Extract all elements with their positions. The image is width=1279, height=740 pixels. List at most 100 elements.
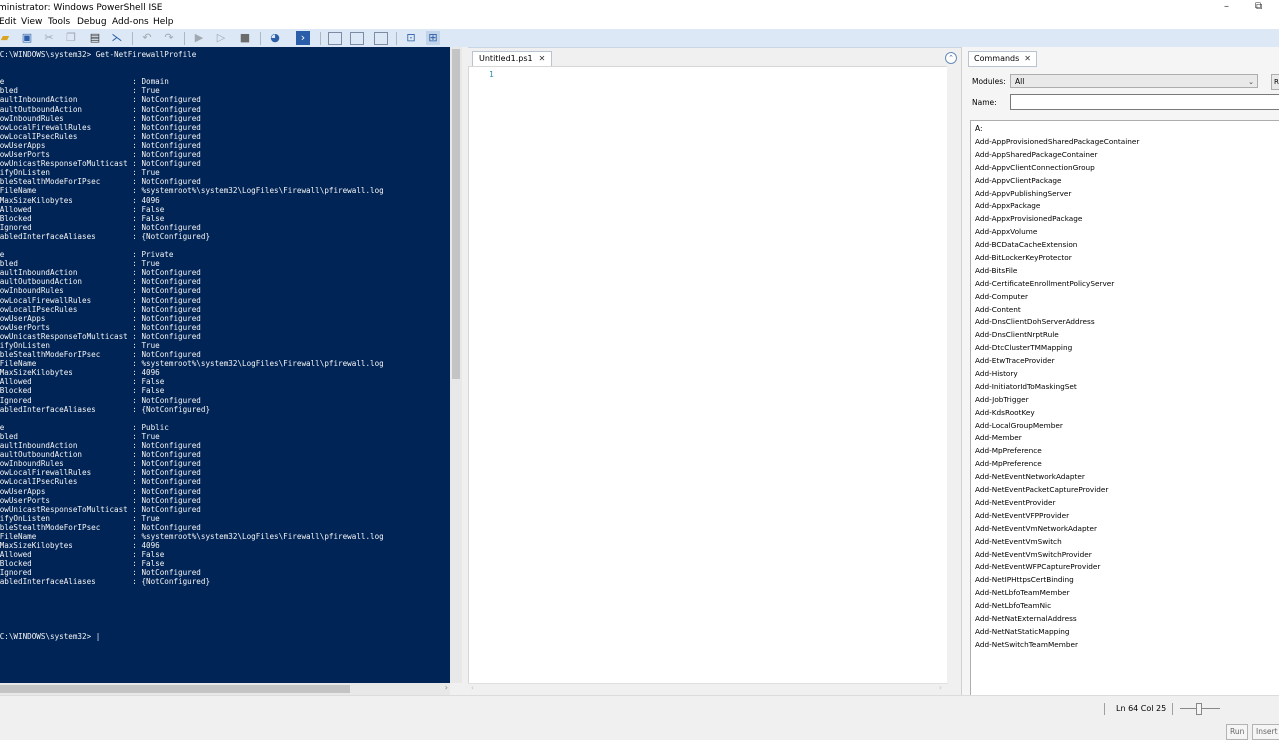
tab-untitled1[interactable]: Untitled1.ps1 ✕	[472, 51, 553, 66]
list-item[interactable]: Add-AppvClientConnectionGroup	[975, 162, 1139, 175]
close-icon[interactable]: ✕	[539, 54, 546, 63]
modules-dropdown[interactable]: All ⌄	[1010, 74, 1258, 88]
scrollbar-thumb[interactable]	[0, 685, 350, 693]
show-command-window-icon[interactable]: ⊡	[404, 31, 418, 45]
list-item[interactable]: Add-NetEventVmNetworkAdapter	[975, 523, 1139, 536]
scrollbar-thumb[interactable]	[452, 49, 460, 379]
status-bar: Ln 64 Col 25	[0, 695, 1279, 721]
list-item[interactable]: Add-AppvClientPackage	[975, 175, 1139, 188]
console-pane[interactable]: PS C:\WINDOWS\system32> Get-NetFirewallP…	[0, 47, 450, 683]
menu-debug[interactable]: Debug	[77, 17, 107, 27]
zoom-slider-thumb[interactable]	[1196, 703, 1202, 715]
show-script-maximized-icon[interactable]	[374, 32, 388, 45]
list-item[interactable]: Add-AppxProvisionedPackage	[975, 213, 1139, 226]
list-item[interactable]: Add-DnsClientDohServerAddress	[975, 316, 1139, 329]
cut-icon[interactable]: ✂	[42, 31, 56, 45]
list-item[interactable]: Add-JobTrigger	[975, 394, 1139, 407]
list-item[interactable]: Add-MpPreference	[975, 458, 1139, 471]
list-item[interactable]: Add-Computer	[975, 291, 1139, 304]
show-script-top-icon[interactable]	[328, 32, 342, 45]
close-icon[interactable]: ✕	[1024, 54, 1031, 63]
command-items: Add-AppProvisionedSharedPackageContainer…	[975, 136, 1139, 652]
menu-tools[interactable]: Tools	[48, 17, 70, 27]
editor-horizontal-scrollbar[interactable]: ‹ ›	[468, 683, 948, 695]
name-input[interactable]	[1010, 94, 1279, 110]
tab-commands[interactable]: Commands ✕	[968, 51, 1037, 67]
list-item[interactable]: Add-NetLbfoTeamMember	[975, 587, 1139, 600]
list-item[interactable]: Add-AppxPackage	[975, 200, 1139, 213]
list-item[interactable]: Add-InitiatorIdToMaskingSet	[975, 381, 1139, 394]
refresh-button[interactable]: Refresh	[1271, 74, 1279, 90]
list-item[interactable]: Add-BitLockerKeyProtector	[975, 252, 1139, 265]
list-item[interactable]: Add-NetEventPacketCaptureProvider	[975, 484, 1139, 497]
list-item[interactable]: Add-BCDataCacheExtension	[975, 239, 1139, 252]
list-item[interactable]: Add-NetNatStaticMapping	[975, 626, 1139, 639]
list-item[interactable]: Add-LocalGroupMember	[975, 420, 1139, 433]
list-item[interactable]: Add-DtcClusterTMMapping	[975, 342, 1139, 355]
commands-panel: Commands ✕ Modules: All ⌄ Refresh Name: A…	[961, 47, 1279, 740]
show-script-right-icon[interactable]	[350, 32, 364, 45]
list-item[interactable]: Add-AppProvisionedSharedPackageContainer	[975, 136, 1139, 149]
scroll-left-arrow-icon[interactable]: ‹	[471, 684, 474, 692]
list-item[interactable]: Add-KdsRootKey	[975, 407, 1139, 420]
list-item[interactable]: Add-Member	[975, 432, 1139, 445]
show-command-addon-icon[interactable]: ⊞	[426, 31, 440, 45]
list-item[interactable]: Add-NetNatExternalAddress	[975, 613, 1139, 626]
list-item[interactable]: Add-BitsFile	[975, 265, 1139, 278]
menu-view[interactable]: View	[21, 17, 42, 27]
scroll-right-arrow-icon[interactable]: ›	[445, 683, 448, 692]
run-icon[interactable]: ▶	[192, 31, 206, 45]
redo-icon[interactable]: ↷	[162, 31, 176, 45]
toolbar-separator	[320, 32, 321, 45]
menu-edit[interactable]: Edit	[0, 17, 16, 27]
title-bar: ministrator: Windows PowerShell ISE – ⧉	[0, 0, 1279, 16]
console-output: PS C:\WINDOWS\system32> Get-NetFirewallP…	[0, 50, 384, 641]
editor-vertical-scrollbar[interactable]	[947, 66, 957, 683]
minimize-button[interactable]: –	[1224, 1, 1229, 12]
remote-powershell-icon[interactable]: ◕	[268, 31, 282, 45]
list-item[interactable]: Add-NetEventVmSwitch	[975, 536, 1139, 549]
list-group-header: A:	[975, 124, 983, 133]
scroll-right-arrow-icon[interactable]: ›	[939, 684, 942, 692]
run-selection-icon[interactable]: ▷	[214, 31, 228, 45]
console-vertical-scrollbar[interactable]	[450, 47, 462, 683]
command-list[interactable]: A: Add-AppProvisionedSharedPackageContai…	[970, 120, 1279, 705]
list-item[interactable]: Add-AppSharedPackageContainer	[975, 149, 1139, 162]
list-item[interactable]: Add-NetIPHttpsCertBinding	[975, 574, 1139, 587]
list-item[interactable]: Add-NetEventProvider	[975, 497, 1139, 510]
modules-label: Modules:	[972, 77, 1006, 86]
list-item[interactable]: Add-CertificateEnrollmentPolicyServer	[975, 278, 1139, 291]
run-button[interactable]: Run	[1226, 724, 1249, 740]
restore-button[interactable]: ⧉	[1255, 1, 1262, 12]
list-item[interactable]: Add-AppvPublishingServer	[975, 188, 1139, 201]
open-icon[interactable]: ▰	[0, 31, 12, 45]
list-item[interactable]: Add-MpPreference	[975, 445, 1139, 458]
menu-bar: Edit View Tools Debug Add-ons Help	[0, 16, 1279, 29]
list-item[interactable]: Add-NetEventNetworkAdapter	[975, 471, 1139, 484]
list-item[interactable]: Add-Content	[975, 304, 1139, 317]
undo-icon[interactable]: ↶	[140, 31, 154, 45]
script-editor[interactable]: 1	[468, 66, 948, 685]
collapse-script-pane-icon[interactable]: ⌃	[945, 52, 957, 64]
console-horizontal-scrollbar[interactable]: ›	[0, 683, 450, 695]
list-item[interactable]: Add-NetSwitchTeamMember	[975, 639, 1139, 652]
list-item[interactable]: Add-History	[975, 368, 1139, 381]
cursor-position: Ln 64 Col 25	[1116, 704, 1167, 713]
powershell-console-icon[interactable]: ›	[296, 31, 310, 45]
list-item[interactable]: Add-EtwTraceProvider	[975, 355, 1139, 368]
save-icon[interactable]: ▣	[20, 31, 34, 45]
insert-button[interactable]: Insert	[1252, 724, 1279, 740]
clear-console-icon[interactable]: ⋋	[110, 31, 124, 45]
list-item[interactable]: Add-NetEventVFPProvider	[975, 510, 1139, 523]
list-item[interactable]: Add-AppxVolume	[975, 226, 1139, 239]
copy-icon[interactable]: ❐	[64, 31, 78, 45]
list-item[interactable]: Add-NetEventWFPCaptureProvider	[975, 561, 1139, 574]
menu-help[interactable]: Help	[153, 17, 174, 27]
list-item[interactable]: Add-NetEventVmSwitchProvider	[975, 549, 1139, 562]
list-item[interactable]: Add-DnsClientNrptRule	[975, 329, 1139, 342]
list-item[interactable]: Add-NetLbfoTeamNic	[975, 600, 1139, 613]
toolbar-separator	[184, 32, 185, 45]
stop-icon[interactable]: ■	[238, 31, 252, 45]
paste-icon[interactable]: ▤	[88, 31, 102, 45]
menu-addons[interactable]: Add-ons	[112, 17, 149, 27]
